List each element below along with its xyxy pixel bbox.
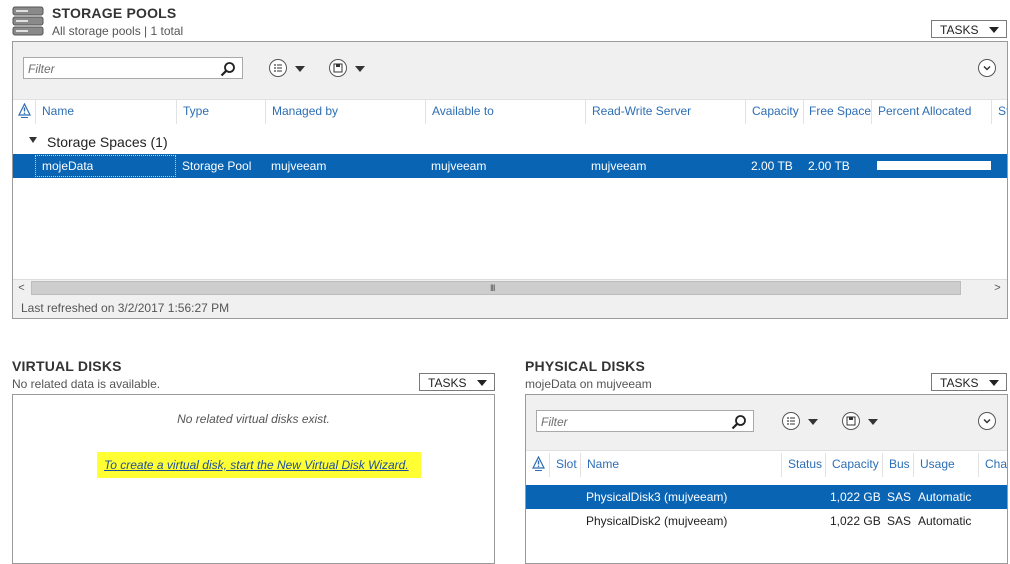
group-expander[interactable] xyxy=(29,137,37,143)
warning-icon[interactable] xyxy=(18,103,31,119)
physical-disks-tasks-button[interactable]: TASKS xyxy=(931,373,1007,391)
virtual-disks-subtitle: No related data is available. xyxy=(12,377,161,391)
pool-managed-by: mujveeam xyxy=(271,159,327,173)
list-view-button[interactable] xyxy=(782,412,800,430)
scroll-right-button[interactable]: > xyxy=(989,280,1006,296)
table-row[interactable]: PhysicalDisk3 (mujveeam) 1,022 GB SAS Au… xyxy=(526,485,1007,509)
disk-usage: Automatic xyxy=(918,490,972,504)
save-icon xyxy=(333,63,343,73)
filter-placeholder: Filter xyxy=(541,415,568,429)
scroll-left-button[interactable]: < xyxy=(13,280,30,296)
percent-allocated-fill xyxy=(875,161,878,170)
filter-placeholder: Filter xyxy=(28,62,55,76)
disk-capacity: 1,022 GB xyxy=(830,514,881,528)
warning-icon[interactable] xyxy=(532,456,545,472)
disk-name: PhysicalDisk2 (mujveeam) xyxy=(586,514,728,528)
list-icon xyxy=(787,417,795,425)
search-icon[interactable] xyxy=(220,61,236,77)
column-header-type[interactable]: Type xyxy=(177,100,265,124)
physical-disks-panel: Filter Slot Name Status Capacity Bus Usa… xyxy=(525,394,1008,564)
column-header-capacity[interactable]: Capacity xyxy=(746,100,803,124)
column-header-status[interactable]: St xyxy=(992,100,1007,124)
storage-pools-title: STORAGE POOLS xyxy=(52,5,177,21)
percent-allocated-bar xyxy=(875,161,991,170)
table-row[interactable]: PhysicalDisk2 (mujveeam) 1,022 GB SAS Au… xyxy=(526,509,1007,533)
column-header-name[interactable]: Name xyxy=(581,453,781,477)
chevron-down-icon[interactable] xyxy=(295,66,305,72)
column-header-free-space[interactable]: Free Space xyxy=(803,100,871,124)
virtual-disks-tasks-button[interactable]: TASKS xyxy=(419,373,495,391)
chevron-down-icon xyxy=(983,65,991,71)
scrollbar-thumb[interactable]: III xyxy=(31,281,961,295)
disk-usage: Automatic xyxy=(918,514,972,528)
storage-pools-header-row: Name Type Managed by Available to Read-W… xyxy=(13,100,1007,124)
virtual-disks-title: VIRTUAL DISKS xyxy=(12,358,122,374)
disk-bus: SAS xyxy=(887,490,912,504)
storage-pool-section-icon xyxy=(12,6,44,36)
physical-disks-filter-input[interactable]: Filter xyxy=(536,410,754,432)
column-header-read-write-server[interactable]: Read-Write Server xyxy=(586,100,745,124)
pool-available-to: mujveeam xyxy=(431,159,487,173)
physical-disks-subtitle: mojeData on mujveeam xyxy=(525,377,652,391)
last-refreshed-text: Last refreshed on 3/2/2017 1:56:27 PM xyxy=(21,301,230,315)
column-header-chassis[interactable]: Chas xyxy=(979,453,1007,477)
empty-message: No related virtual disks exist. xyxy=(177,412,330,426)
chevron-down-icon[interactable] xyxy=(868,419,878,425)
new-virtual-disk-wizard-link[interactable]: To create a virtual disk, start the New … xyxy=(104,458,409,472)
physical-disks-title: PHYSICAL DISKS xyxy=(525,358,646,374)
table-row[interactable]: mojeData Storage Pool mujveeam mujveeam … xyxy=(13,154,1007,178)
physical-disks-header-row: Slot Name Status Capacity Bus Usage Chas xyxy=(526,453,1007,477)
column-header-managed-by[interactable]: Managed by xyxy=(266,100,425,124)
column-header-percent-allocated[interactable]: Percent Allocated xyxy=(872,100,991,124)
chevron-down-icon xyxy=(477,380,487,386)
save-query-button[interactable] xyxy=(329,59,347,77)
pool-free-space: 2.00 TB xyxy=(808,159,850,173)
save-query-button[interactable] xyxy=(842,412,860,430)
virtual-disks-panel: No related virtual disks exist. To creat… xyxy=(12,394,495,564)
storage-pools-toolbar: Filter xyxy=(13,42,1007,100)
column-header-usage[interactable]: Usage xyxy=(914,453,978,477)
chevron-down-icon[interactable] xyxy=(355,66,365,72)
pool-type: Storage Pool xyxy=(182,159,252,173)
expand-collapse-button[interactable] xyxy=(978,59,996,77)
chevron-down-icon xyxy=(983,418,991,424)
disk-bus: SAS xyxy=(887,514,912,528)
column-header-status[interactable]: Status xyxy=(782,453,825,477)
search-icon[interactable] xyxy=(731,414,747,430)
pool-name: mojeData xyxy=(42,159,94,173)
chevron-down-icon[interactable] xyxy=(808,419,818,425)
storage-pools-tasks-button[interactable]: TASKS xyxy=(931,20,1007,38)
physical-disks-toolbar: Filter xyxy=(526,395,1007,451)
storage-pools-footer: Last refreshed on 3/2/2017 1:56:27 PM xyxy=(13,296,1007,318)
tasks-label: TASKS xyxy=(940,22,979,37)
storage-pools-subtitle: All storage pools | 1 total xyxy=(52,24,184,38)
disk-capacity: 1,022 GB xyxy=(830,490,881,504)
list-icon xyxy=(274,64,282,72)
expand-collapse-button[interactable] xyxy=(978,412,996,430)
chevron-down-icon xyxy=(989,380,999,386)
chevron-down-icon xyxy=(989,27,999,33)
save-icon xyxy=(846,416,856,426)
list-view-button[interactable] xyxy=(269,59,287,77)
tasks-label: TASKS xyxy=(428,375,467,390)
column-header-slot[interactable]: Slot xyxy=(550,453,580,477)
column-header-available-to[interactable]: Available to xyxy=(426,100,585,124)
storage-pools-panel: Filter Name Type Managed by Available to xyxy=(12,41,1008,319)
disk-name: PhysicalDisk3 (mujveeam) xyxy=(586,490,728,504)
column-header-capacity[interactable]: Capacity xyxy=(826,453,882,477)
storage-pools-filter-input[interactable]: Filter xyxy=(23,57,243,79)
group-label[interactable]: Storage Spaces (1) xyxy=(47,134,168,150)
tasks-label: TASKS xyxy=(940,375,979,390)
pool-rw-server: mujveeam xyxy=(591,159,647,173)
column-header-name[interactable]: Name xyxy=(36,100,176,124)
pool-capacity: 2.00 TB xyxy=(751,159,793,173)
column-header-bus[interactable]: Bus xyxy=(883,453,913,477)
horizontal-scrollbar[interactable]: < III > xyxy=(13,279,1007,296)
scrollbar-grip: III xyxy=(490,283,495,293)
